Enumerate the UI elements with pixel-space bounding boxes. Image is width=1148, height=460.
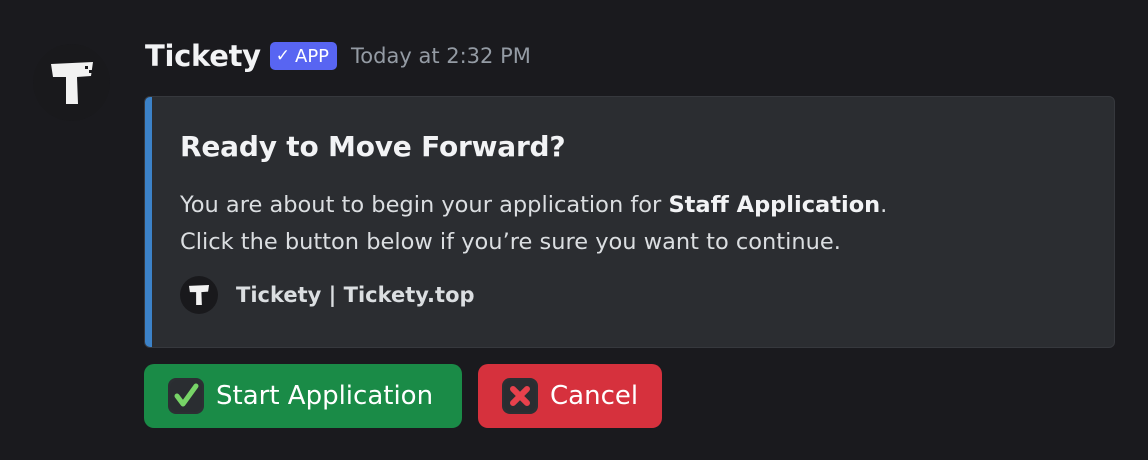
tickety-logo-icon xyxy=(188,284,210,306)
app-badge: ✓ APP xyxy=(269,42,338,70)
embed-footer: Tickety | Tickety.top xyxy=(180,275,475,315)
embed-footer-text: Tickety | Tickety.top xyxy=(236,283,475,307)
cross-mark-icon xyxy=(502,378,538,414)
tickety-logo-icon xyxy=(50,61,93,104)
start-application-button[interactable]: Start Application xyxy=(144,364,462,428)
app-badge-label: APP xyxy=(295,45,330,67)
embed-description-line-2: Click the button below if you’re sure yo… xyxy=(180,229,841,255)
message-embed: Ready to Move Forward? You are about to … xyxy=(144,96,1115,348)
embed-description: You are about to begin your application … xyxy=(180,187,887,261)
application-name: Staff Application xyxy=(668,192,881,218)
message-header: Tickety ✓ APP Today at 2:32 PM xyxy=(145,36,531,76)
embed-description-line-1: You are about to begin your application … xyxy=(180,192,888,218)
action-row: Start Application Cancel xyxy=(144,364,662,428)
embed-accent-bar xyxy=(145,97,152,347)
start-application-label: Start Application xyxy=(216,381,434,411)
check-mark-icon xyxy=(168,378,204,414)
author-name[interactable]: Tickety xyxy=(145,39,261,73)
verified-check-icon: ✓ xyxy=(275,46,291,66)
footer-avatar xyxy=(180,276,218,314)
chat-message: Tickety ✓ APP Today at 2:32 PM Ready to … xyxy=(0,0,1148,460)
author-avatar[interactable] xyxy=(33,44,110,121)
cancel-label: Cancel xyxy=(550,381,639,411)
cancel-button[interactable]: Cancel xyxy=(478,364,662,428)
message-timestamp[interactable]: Today at 2:32 PM xyxy=(351,44,531,68)
embed-title: Ready to Move Forward? xyxy=(180,130,566,163)
